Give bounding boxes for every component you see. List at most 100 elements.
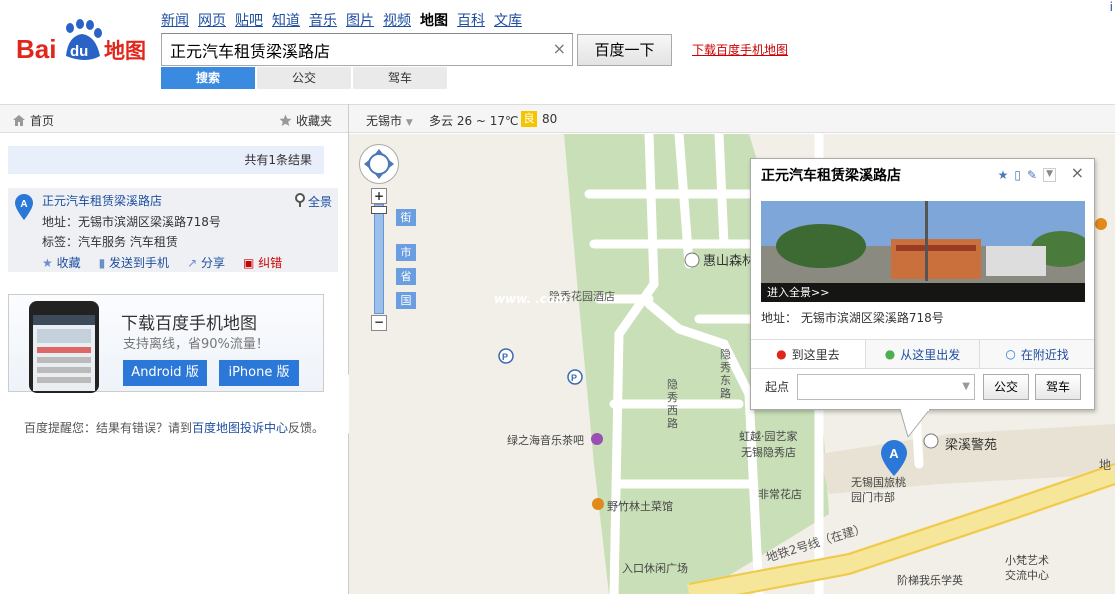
zoom-level-street[interactable]: 街 — [396, 209, 416, 226]
app-download-banner[interactable]: 下载百度手机地图 支持离线，省90%流量！ Android 版 iPhone 版 — [8, 294, 324, 393]
city-selector[interactable]: 无锡市 ▼ — [366, 112, 413, 129]
pin-icon: ● — [884, 347, 896, 361]
result-item[interactable]: A 正元汽车租赁梁溪路店 全景 地址：无锡市滨湖区梁溪路718号 标签：汽车服务… — [8, 188, 338, 272]
search-input[interactable]: 正元汽车租赁梁溪路店 × — [161, 33, 573, 66]
zoom-in-button[interactable]: + — [371, 188, 387, 204]
tab-go-here[interactable]: ● 到这里去 — [751, 340, 866, 368]
start-point-label: 起点 — [765, 380, 790, 394]
iphone-download-button[interactable]: iPhone 版 — [219, 360, 299, 386]
tab-nearby[interactable]: ○ 在附近找 — [980, 340, 1094, 368]
tab-search[interactable]: 搜索 — [161, 67, 255, 89]
search-icon: ○ — [1005, 347, 1016, 361]
poi-travel[interactable]: 无锡国旅桃 — [851, 474, 906, 490]
nav-video[interactable]: 视频 — [383, 10, 411, 30]
map-marker-a[interactable]: A — [881, 440, 907, 476]
edit-icon[interactable]: ✎ — [1027, 168, 1037, 182]
panorama-label: 全景 — [307, 195, 332, 209]
result-title[interactable]: 正元汽车租赁梁溪路店 — [42, 192, 162, 209]
send-to-phone-button[interactable]: ▮ 发送到手机 — [99, 254, 169, 271]
complaint-center-link[interactable]: 百度地图投诉中心 — [192, 421, 288, 435]
collect-button[interactable]: ★ 收藏 — [42, 254, 81, 271]
android-download-button[interactable]: Android 版 — [123, 360, 207, 386]
nav-web[interactable]: 网页 — [198, 10, 226, 30]
result-count: 共有1条结果 — [8, 146, 324, 174]
home-link[interactable]: 首页 — [12, 112, 54, 129]
panorama-pin-icon — [294, 193, 305, 207]
share-button[interactable]: ↗ 分享 — [187, 254, 225, 271]
watermark: www. .com — [494, 292, 568, 306]
zoom-slider[interactable] — [374, 204, 384, 314]
zoom-level-province[interactable]: 省 — [396, 268, 416, 285]
tab-bus[interactable]: 公交 — [257, 67, 351, 89]
nav-baike[interactable]: 百科 — [457, 10, 485, 30]
nav-news[interactable]: 新闻 — [161, 10, 189, 30]
poi-tea[interactable]: 绿之海音乐茶吧 — [507, 432, 584, 448]
svg-text:Bai: Bai — [16, 34, 56, 64]
bus-route-button[interactable]: 公交 — [983, 374, 1029, 400]
nav-tieba[interactable]: 贴吧 — [235, 10, 263, 30]
start-point-input[interactable]: ▼ — [797, 374, 975, 400]
road-yinxiu-west: 隐秀西路 — [667, 378, 678, 430]
zoom-handle[interactable] — [371, 206, 387, 214]
more-dropdown-icon[interactable]: ▼ — [1043, 168, 1056, 182]
gift-icon: ▣ — [242, 256, 255, 270]
star-icon[interactable]: ★ — [998, 168, 1009, 182]
download-app-link[interactable]: 下载百度手机地图 — [692, 41, 788, 58]
nav-zhidao[interactable]: 知道 — [272, 10, 300, 30]
poi-yezhu[interactable]: 野竹林土菜馆 — [607, 498, 673, 514]
route-tabs: ● 到这里去 ● 从这里出发 ○ 在附近找 — [751, 339, 1094, 369]
poi-garden[interactable]: 虹越·园艺家 — [739, 428, 798, 444]
poi-travel-dept: 园门市部 — [851, 491, 895, 504]
poi-square[interactable]: 入口休闲广场 — [622, 560, 688, 576]
info-window-address: 地址： 无锡市滨湖区梁溪路718号 — [761, 311, 944, 325]
enter-panorama-link[interactable]: 进入全景>> — [761, 283, 1085, 302]
report-error-button[interactable]: ▣ 纠错 — [243, 254, 282, 271]
drive-route-button[interactable]: 驾车 — [1035, 374, 1081, 400]
aqi-value: 80 — [542, 112, 558, 126]
collect-label: 收藏 — [56, 256, 81, 270]
star-icon: ★ — [42, 256, 53, 270]
phone-icon[interactable]: ▯ — [1014, 168, 1021, 182]
favorites-link[interactable]: 收藏夹 — [279, 112, 332, 129]
poi-garden-store: 无锡隐秀店 — [741, 446, 796, 459]
phone-image — [29, 301, 99, 393]
chevron-down-icon: ▼ — [405, 118, 413, 128]
svg-text:P: P — [571, 373, 577, 383]
top-right-link[interactable]: i — [1110, 0, 1113, 14]
top-nav: 新闻 网页 贴吧 知道 音乐 图片 视频 地图 百科 文库 — [161, 10, 522, 30]
tab-drive[interactable]: 驾车 — [353, 67, 447, 89]
poi-flower[interactable]: 非常花店 — [758, 486, 802, 502]
zoom-out-button[interactable]: − — [371, 315, 387, 331]
poi-xiaofan-center: 交流中心 — [1005, 569, 1049, 582]
zoom-level-country[interactable]: 国 — [396, 292, 416, 309]
city-name: 无锡市 — [366, 114, 403, 128]
pan-control[interactable] — [359, 144, 399, 184]
poi-huishan[interactable]: 惠山森林 — [703, 250, 755, 269]
nearby-label: 在附近找 — [1020, 347, 1069, 362]
clear-icon[interactable]: × — [553, 39, 566, 58]
close-button[interactable]: × — [1071, 163, 1084, 182]
panorama-link[interactable]: 全景 — [294, 193, 332, 210]
info-window-title: 正元汽车租赁梁溪路店 — [761, 168, 901, 184]
search-value[interactable]: 正元汽车租赁梁溪路店 — [170, 38, 330, 62]
result-tags: 标签：汽车服务 汽车租赁 — [42, 235, 178, 249]
note-end: 反馈。 — [288, 421, 325, 435]
nav-music[interactable]: 音乐 — [309, 10, 337, 30]
poi-xiaofan[interactable]: 小梵艺术 — [1005, 552, 1049, 568]
banner-subtitle: 支持离线，省90%流量！ — [123, 337, 269, 352]
send-label: 发送到手机 — [109, 256, 170, 270]
chevron-down-icon[interactable]: ▼ — [962, 381, 970, 392]
zoom-level-city[interactable]: 市 — [396, 244, 416, 261]
baidu-map-logo[interactable]: Bai du 地图 — [16, 18, 156, 66]
poi-liangxi[interactable]: 梁溪警苑 — [945, 434, 997, 453]
nav-images[interactable]: 图片 — [346, 10, 374, 30]
report-label: 纠错 — [258, 256, 283, 270]
home-icon — [13, 115, 25, 126]
nav-map: 地图 — [420, 13, 448, 29]
road-yinxiu-east: 隐秀东路 — [720, 348, 731, 400]
search-button[interactable]: 百度一下 — [577, 34, 672, 66]
nav-wenku[interactable]: 文库 — [494, 10, 522, 30]
tab-start-here[interactable]: ● 从这里出发 — [866, 340, 981, 368]
poi-music-school[interactable]: 阶梯我乐学英 — [897, 572, 963, 588]
note-text: 百度提醒您：结果有错误？请到 — [24, 421, 193, 435]
